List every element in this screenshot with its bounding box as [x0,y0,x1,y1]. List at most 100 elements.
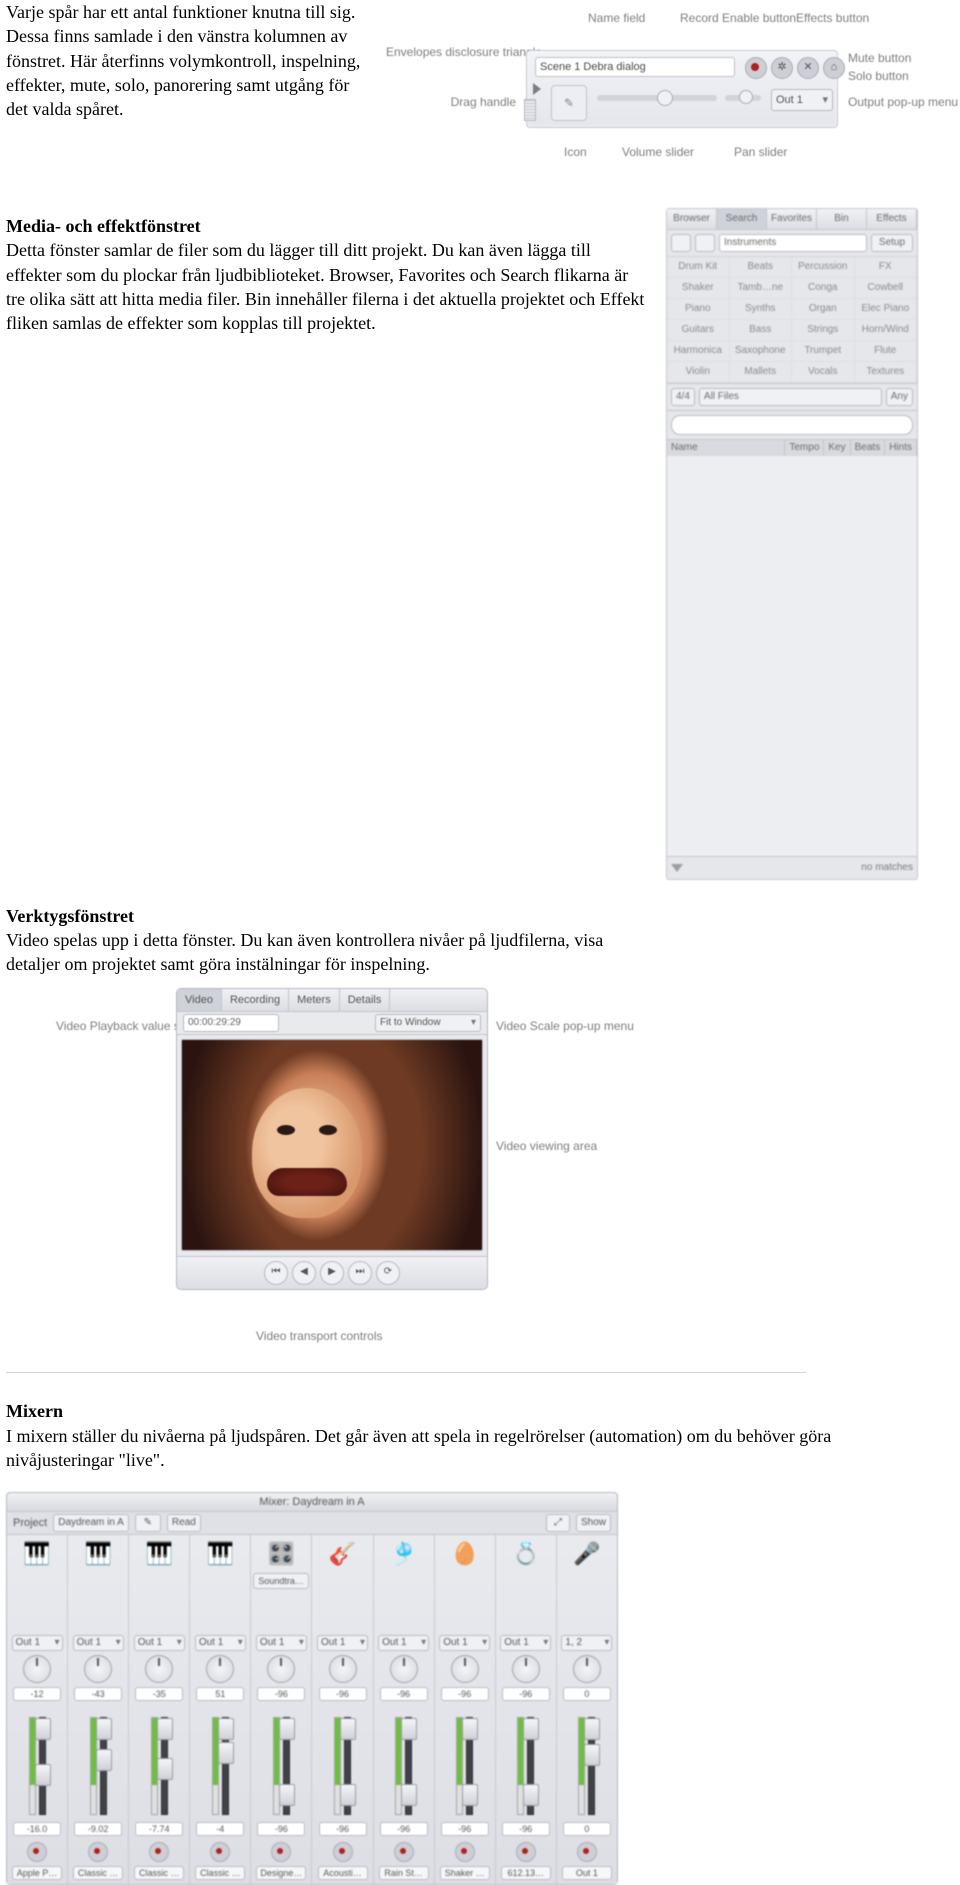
media-tab-search[interactable]: Search [717,209,767,229]
soundtrack-chip[interactable]: Soundtra… [253,1573,309,1589]
strip-fader-cap[interactable] [523,1784,539,1806]
strip-db-value[interactable]: 0 [563,1822,611,1836]
strip-db-value[interactable]: -96 [319,1822,367,1836]
strip-pan-knob[interactable] [390,1655,418,1683]
strip-fader-cap[interactable] [462,1784,478,1806]
strip-instrument-icon[interactable]: 🥚 [447,1539,483,1569]
strip-instrument-icon[interactable]: 🎸 [325,1539,361,1569]
media-cell[interactable]: Guitars [667,320,730,341]
strip-pan-value[interactable]: -96 [380,1687,428,1701]
view-button-grid[interactable] [695,234,715,252]
strip-name[interactable]: Apple P… [12,1866,62,1880]
strip-fader-slot[interactable] [161,1717,168,1815]
strip-name[interactable]: Classic … [195,1866,245,1880]
strip-fader-slot[interactable] [466,1717,473,1815]
media-cell[interactable]: Piano [667,299,730,320]
strip-db-value[interactable]: -7.74 [135,1822,183,1836]
strip-instrument-icon[interactable]: 🎹 [19,1539,55,1569]
strip-output-popup[interactable]: Out 1 [195,1635,246,1651]
strip-fader-cap[interactable] [96,1749,112,1771]
video-tab-recording[interactable]: Recording [222,989,289,1011]
media-cell[interactable]: Horn/Wind [855,320,918,341]
envelopes-disclosure-triangle[interactable] [533,83,541,95]
media-cell[interactable]: Harmonica [667,341,730,362]
media-cell[interactable]: Conga [792,278,855,299]
media-column-header[interactable]: Beats [851,440,886,456]
media-column-header[interactable]: Name [667,440,785,456]
strip-record-button[interactable] [210,1842,230,1862]
strip-name[interactable]: 612.13… [501,1866,551,1880]
strip-pan-knob[interactable] [145,1655,173,1683]
strip-record-button[interactable] [394,1842,414,1862]
timesig-chip[interactable]: 4/4 [671,388,695,406]
media-cell[interactable]: Strings [792,320,855,341]
strip-instrument-icon[interactable]: 🎹 [202,1539,238,1569]
media-cell[interactable]: Percussion [792,257,855,278]
media-cell[interactable]: Elec Piano [855,299,918,320]
project-dropdown[interactable]: Daydream in A [53,1514,129,1532]
strip-pan-knob[interactable] [23,1655,51,1683]
strip-output-popup[interactable]: Out 1 [73,1635,124,1651]
strip-output-popup[interactable]: Out 1 [439,1635,490,1651]
strip-fader-slot[interactable] [283,1717,290,1815]
transport-button[interactable]: ⏮ [264,1261,288,1285]
media-cell[interactable]: Beats [730,257,793,278]
media-tab-bin[interactable]: Bin [817,209,867,229]
media-cell[interactable]: Cowbell [855,278,918,299]
strip-name[interactable]: Acousti… [318,1866,368,1880]
strip-db-value[interactable]: -96 [502,1822,550,1836]
strip-output-popup[interactable]: 1, 2 [561,1635,612,1651]
effects-button[interactable]: ✲ [771,57,793,79]
drag-handle[interactable] [524,99,536,121]
transport-button[interactable]: ◀ [292,1261,316,1285]
items-dropdown[interactable]: All Files [699,388,882,406]
media-cell[interactable]: Saxophone [730,341,793,362]
setup-button[interactable]: Setup [871,234,913,252]
media-cell[interactable]: Vocals [792,362,855,383]
strip-pan-value[interactable]: -43 [74,1687,122,1701]
strip-fader-slot[interactable] [405,1717,412,1815]
media-cell[interactable]: Mallets [730,362,793,383]
strip-db-value[interactable]: -96 [441,1822,489,1836]
view-button-list[interactable] [671,234,691,252]
strip-pan-value[interactable]: -96 [502,1687,550,1701]
strip-db-value[interactable]: -4 [196,1822,244,1836]
strip-name[interactable]: Classic … [73,1866,123,1880]
video-timecode[interactable]: 00:00:29:29 [183,1014,279,1032]
strip-fader-slot[interactable] [527,1717,534,1815]
strip-pan-knob[interactable] [512,1655,540,1683]
media-cell[interactable]: Drum Kit [667,257,730,278]
strip-output-popup[interactable]: Out 1 [378,1635,429,1651]
strip-name[interactable]: Rain St… [379,1866,429,1880]
strip-fader-cap[interactable] [35,1764,51,1786]
strip-instrument-icon[interactable]: 🎹 [80,1539,116,1569]
record-enable-button[interactable] [745,57,767,79]
strip-record-button[interactable] [27,1842,47,1862]
output-popup[interactable]: Out 1 [771,89,833,111]
strip-output-popup[interactable]: Out 1 [500,1635,551,1651]
volume-slider-knob[interactable] [657,90,673,106]
strip-fader-cap[interactable] [584,1744,600,1766]
strip-record-button[interactable] [577,1842,597,1862]
strip-pan-knob[interactable] [451,1655,479,1683]
strip-record-button[interactable] [333,1842,353,1862]
media-cell[interactable]: Bass [730,320,793,341]
strip-fader-cap[interactable] [157,1758,173,1780]
transport-button[interactable]: ⏭ [348,1261,372,1285]
strip-pan-value[interactable]: -35 [135,1687,183,1701]
strip-fader-slot[interactable] [100,1717,107,1815]
strip-pan-knob[interactable] [573,1655,601,1683]
automation-write-button[interactable]: ✎ [135,1514,161,1532]
strip-fader-cap[interactable] [401,1784,417,1806]
strip-pan-value[interactable]: -12 [13,1687,61,1701]
strip-name[interactable]: Designe… [256,1866,306,1880]
strip-db-value[interactable]: -16.0 [13,1822,61,1836]
strip-pan-value[interactable]: -96 [441,1687,489,1701]
strip-pan-value[interactable]: 51 [196,1687,244,1701]
strip-fader-slot[interactable] [222,1717,229,1815]
strip-record-button[interactable] [149,1842,169,1862]
expand-button[interactable]: ⤢ [546,1514,570,1532]
media-cell[interactable]: Tamb…ne [730,278,793,299]
strip-fader-cap[interactable] [218,1742,234,1764]
strip-db-value[interactable]: -96 [257,1822,305,1836]
